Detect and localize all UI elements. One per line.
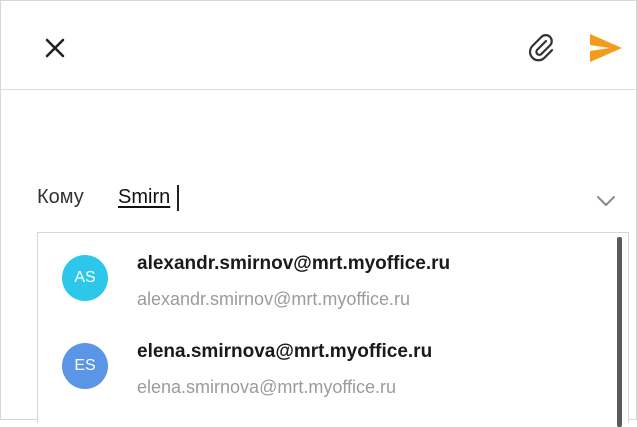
recipient-suggestions: AS alexandr.smirnov@mrt.myoffice.ru alex… — [37, 232, 629, 427]
close-icon[interactable] — [37, 30, 73, 66]
avatar: ES — [62, 343, 108, 389]
send-icon[interactable] — [584, 28, 628, 68]
suggestion-name: alexandr.smirnov@mrt.myoffice.ru — [137, 253, 451, 274]
suggestion-name: elena.smirnova@mrt.myoffice.ru — [137, 341, 433, 362]
text-caret — [177, 185, 179, 211]
compose-toolbar — [1, 1, 636, 90]
suggestion-item[interactable]: ES elena.smirnova@mrt.myoffice.ru elena.… — [38, 321, 608, 409]
recipient-input[interactable]: Smirn — [118, 186, 170, 209]
recipient-row: Кому Smirn — [1, 176, 636, 222]
suggestion-item[interactable]: AS alexandr.smirnov@mrt.myoffice.ru alex… — [38, 233, 608, 321]
chevron-down-icon[interactable] — [591, 189, 621, 213]
compose-window: Кому Smirn AS alexandr.smirnov@mrt.myoff… — [0, 0, 637, 427]
avatar: AS — [62, 255, 108, 301]
recipient-label: Кому — [37, 186, 84, 208]
suggestion-email: elena.smirnova@mrt.myoffice.ru — [137, 377, 397, 397]
paperclip-icon[interactable] — [521, 28, 561, 68]
suggestion-email: alexandr.smirnov@mrt.myoffice.ru — [137, 289, 411, 309]
scrollbar[interactable] — [617, 237, 622, 427]
